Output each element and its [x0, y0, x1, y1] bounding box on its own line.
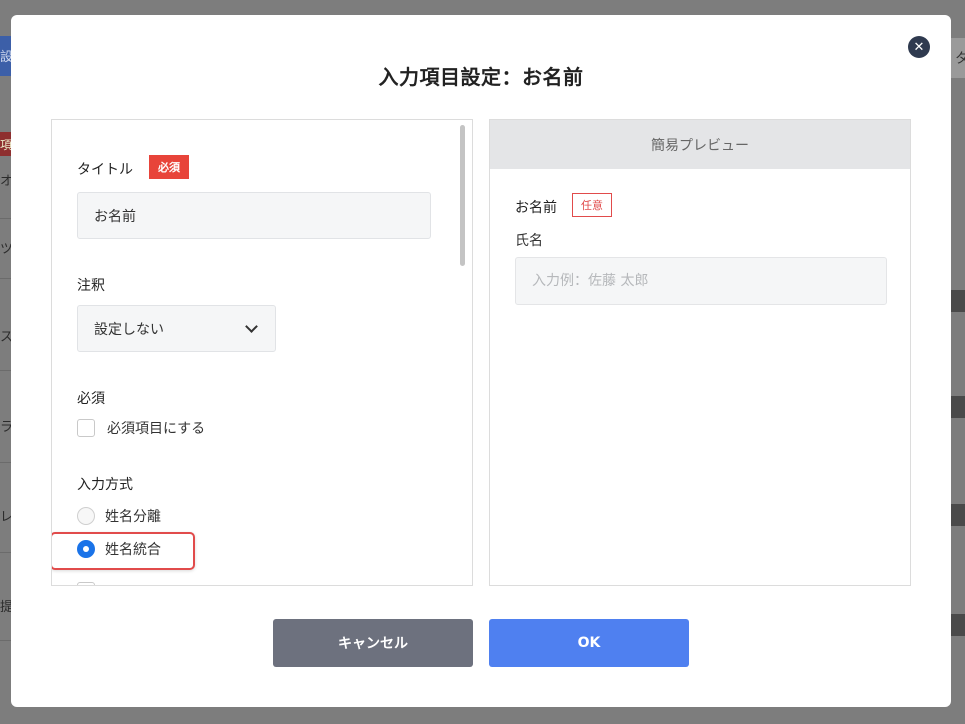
modal-title: 入力項目設定：お名前	[378, 65, 584, 89]
preview-header: 簡易プレビュー	[490, 120, 910, 169]
required-checkbox[interactable]	[77, 419, 95, 437]
title-field-label: タイトル	[77, 162, 133, 178]
preview-name-input[interactable]	[515, 257, 887, 305]
settings-panel: タイトル 必須 注釈 設定しない 必須 必須項目にする 入力方式 姓名分離 姓名…	[51, 119, 473, 586]
radio-label: 姓名分離	[105, 509, 161, 525]
background-right-bar	[951, 290, 965, 312]
preview-panel: 簡易プレビュー お名前 任意 氏名	[489, 119, 911, 586]
radio-button[interactable]	[77, 507, 95, 525]
required-checkbox-label: 必須項目にする	[107, 421, 206, 437]
background-right-bar	[951, 614, 965, 636]
settings-scrollbar[interactable]	[460, 125, 465, 266]
cancel-button[interactable]: キャンセル	[273, 619, 473, 667]
preview-field-label: お名前	[515, 200, 557, 216]
optional-badge: 任意	[572, 193, 612, 217]
background-right-bar	[951, 396, 965, 418]
required-field-label: 必須	[77, 391, 105, 407]
background-right-bar	[951, 504, 965, 526]
input-method-label: 入力方式	[77, 477, 133, 493]
radio-separate-name[interactable]: 姓名分離	[77, 506, 161, 526]
close-icon[interactable]: ✕	[908, 36, 930, 58]
chevron-down-icon	[245, 319, 258, 333]
partial-checkbox[interactable]	[77, 582, 95, 585]
input-settings-modal: ✕ 入力項目設定：お名前 タイトル 必須 注釈 設定しない 必須 必須項目にする…	[11, 15, 951, 707]
required-badge: 必須	[149, 155, 189, 179]
preview-sub-label: 氏名	[515, 233, 543, 249]
note-select[interactable]: 設定しない	[77, 305, 276, 352]
note-select-value: 設定しない	[94, 321, 164, 338]
title-input[interactable]	[77, 192, 431, 239]
background-right-tab: タ	[951, 38, 965, 78]
highlight-annotation	[52, 532, 195, 570]
note-field-label: 注釈	[77, 278, 105, 294]
required-checkbox-row[interactable]: 必須項目にする	[77, 418, 205, 438]
ok-button[interactable]: OK	[489, 619, 689, 667]
